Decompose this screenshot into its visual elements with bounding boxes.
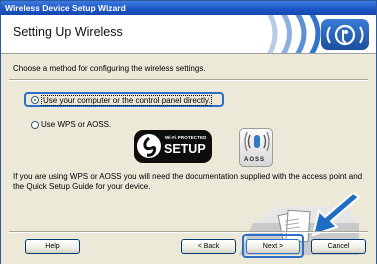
option-wps-radio[interactable] — [31, 121, 39, 129]
wps-logo-big-text: SETUP — [164, 142, 206, 156]
wizard-header: Setting Up Wireless — [1, 15, 376, 54]
aoss-logo-text: AOSS — [244, 157, 266, 163]
next-button[interactable]: Next > — [246, 239, 300, 254]
wps-logo: Wi-Fi PROTECTED SETUP — [134, 130, 212, 163]
title-bar[interactable]: Wireless Device Setup Wizard — [1, 1, 376, 15]
wps-emblem-icon — [137, 134, 161, 158]
window-title: Wireless Device Setup Wizard — [5, 3, 126, 13]
aoss-logo: AOSS — [239, 128, 273, 167]
aoss-wave-icon — [244, 131, 270, 152]
back-button[interactable]: < Back — [181, 239, 236, 254]
option-wps-label[interactable]: Use WPS or AOSS. — [41, 120, 111, 129]
footer-divider — [9, 231, 368, 233]
wireless-logo-icon — [321, 19, 369, 50]
wireless-waves-graphic — [267, 15, 321, 53]
wps-logo-small-text: Wi-Fi PROTECTED — [165, 135, 207, 140]
wps-note-text: If you are using WPS or AOSS you will ne… — [13, 172, 363, 191]
option-computer-radio[interactable] — [31, 96, 39, 104]
wizard-window: Wireless Device Setup Wizard Setting Up … — [0, 0, 377, 264]
wizard-content: Choose a method for configuring the wire… — [1, 55, 376, 264]
cancel-button[interactable]: Cancel — [311, 239, 366, 254]
help-button[interactable]: Help — [25, 239, 80, 254]
option-computer-label[interactable]: Use your computer or the control panel d… — [41, 95, 213, 106]
divider — [9, 79, 368, 81]
instruction-text: Choose a method for configuring the wire… — [13, 64, 206, 73]
page-title: Setting Up Wireless — [13, 25, 123, 39]
